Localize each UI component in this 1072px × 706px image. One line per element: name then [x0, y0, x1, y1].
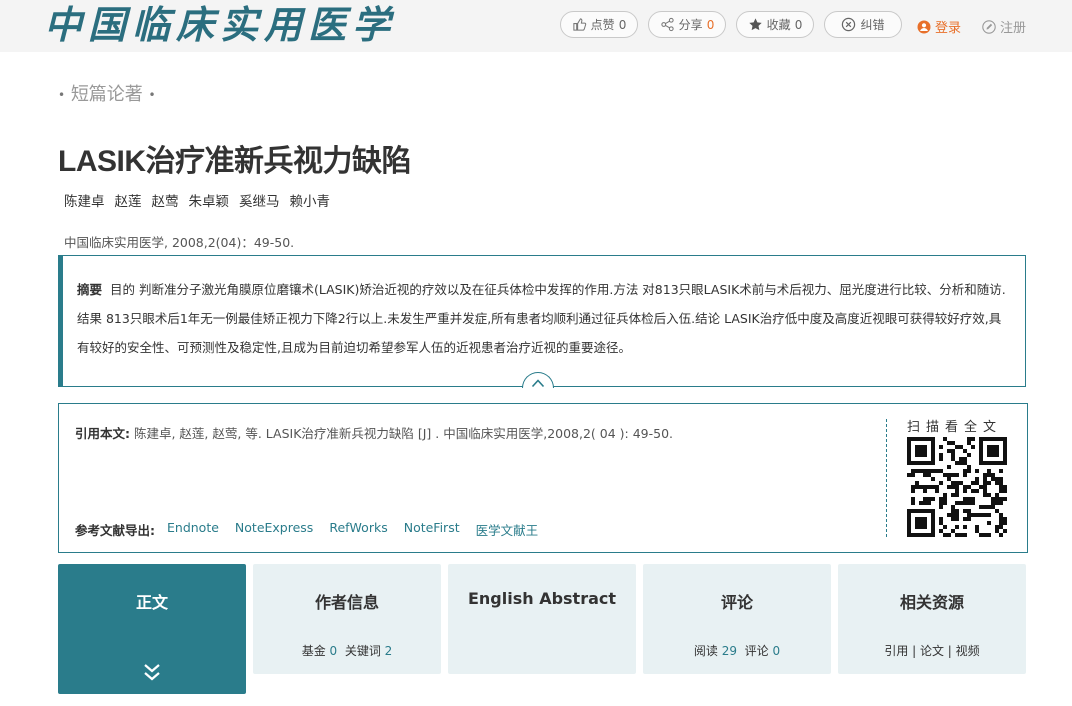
- bullet-icon: •: [148, 88, 156, 102]
- meta-key: 评论: [744, 644, 769, 658]
- meta-value: 0: [772, 644, 781, 658]
- tab-meta: 引用 | 论文 | 视频: [884, 644, 980, 658]
- export-endnote-link[interactable]: Endnote: [167, 520, 219, 539]
- tab-author-info[interactable]: 作者信息 基金 0 关键词 2: [253, 564, 441, 674]
- tab-comments[interactable]: 评论 阅读 29 评论 0: [643, 564, 831, 674]
- star-icon: [748, 18, 762, 31]
- qr-label: 扫描看全文: [907, 420, 1003, 435]
- journal-citation: 中国临床实用医学, 2008,2(04)：49-50.: [64, 235, 295, 250]
- export-refworks-link[interactable]: RefWorks: [329, 520, 387, 539]
- article-title: LASIK治疗准新兵视力缺陷: [58, 145, 412, 178]
- export-yixuewenxianwang-link[interactable]: 医学文献王: [476, 520, 539, 539]
- tab-label: English Abstract: [467, 589, 617, 608]
- share-button[interactable]: 分享 0: [648, 11, 726, 38]
- correct-button[interactable]: 纠错: [824, 11, 902, 38]
- export-label: 参考文献导出:: [75, 523, 155, 538]
- register-label: 注册: [1000, 21, 1027, 36]
- user-icon: [917, 20, 931, 33]
- section-label: 短篇论著: [70, 84, 143, 105]
- tab-label: 评论: [720, 593, 753, 612]
- bullet-icon: •: [58, 88, 66, 102]
- section-category: • 短篇论著 •: [58, 80, 156, 106]
- export-notefirst-link[interactable]: NoteFirst: [404, 520, 460, 539]
- meta-key: 关键词: [344, 644, 381, 658]
- author-link[interactable]: 陈建卓: [64, 190, 105, 210]
- tab-fulltext[interactable]: 正文: [58, 564, 246, 694]
- author-link[interactable]: 奚继马: [239, 190, 280, 210]
- like-label: 点赞: [590, 18, 615, 32]
- abstract-label: 摘要: [77, 282, 103, 297]
- meta-key: 基金: [301, 644, 326, 658]
- tab-meta: 阅读 29 评论 0: [643, 642, 831, 659]
- author-link[interactable]: 赵莺: [152, 190, 179, 210]
- author-list: 陈建卓 赵莲 赵莺 朱卓颖 奚继马 赖小青: [64, 190, 330, 210]
- citation-box: 引用本文: 陈建卓, 赵莲, 赵莺, 等. LASIK治疗准新兵视力缺陷 [J]…: [58, 403, 1028, 553]
- tab-label: 作者信息: [314, 593, 379, 612]
- share-count: 0: [706, 17, 715, 32]
- tab-related-resources[interactable]: 相关资源 引用 | 论文 | 视频: [838, 564, 1026, 674]
- favorite-count: 0: [794, 17, 803, 32]
- divider: [886, 419, 887, 537]
- top-bar: 中国临床实用医学 点赞 0 分享 0 收藏 0 纠错 登录 注册: [0, 0, 1072, 52]
- qr-code-image: [907, 437, 1007, 537]
- login-link[interactable]: 登录: [917, 17, 961, 36]
- cancel-circle-icon: [842, 17, 856, 32]
- author-link[interactable]: 赵莲: [115, 190, 142, 210]
- meta-value: 29: [721, 644, 737, 658]
- login-label: 登录: [935, 21, 962, 36]
- abstract-text: 目的 判断准分子激光角膜原位磨镶术(LASIK)矫治近视的疗效以及在征兵体检中发…: [77, 282, 1006, 355]
- site-logo[interactable]: 中国临床实用医学: [44, 4, 396, 46]
- like-button[interactable]: 点赞 0: [560, 11, 638, 38]
- favorite-label: 收藏: [766, 18, 791, 32]
- tab-label: 相关资源: [899, 593, 964, 612]
- cite-text: 陈建卓, 赵莲, 赵莺, 等. LASIK治疗准新兵视力缺陷 [J] . 中国临…: [133, 426, 674, 441]
- share-icon: [661, 17, 674, 32]
- meta-key: 阅读: [693, 644, 718, 658]
- tab-meta: 基金 0 关键词 2: [253, 642, 441, 659]
- share-label: 分享: [678, 18, 703, 32]
- cite-this: 引用本文: 陈建卓, 赵莲, 赵莺, 等. LASIK治疗准新兵视力缺陷 [J]…: [75, 423, 673, 442]
- cite-label: 引用本文:: [75, 426, 130, 441]
- correct-label: 纠错: [860, 18, 885, 32]
- register-link[interactable]: 注册: [982, 17, 1026, 36]
- chevron-up-icon: [531, 378, 545, 387]
- meta-value: 2: [384, 644, 393, 658]
- edit-icon: [982, 19, 996, 34]
- author-link[interactable]: 赖小青: [290, 190, 331, 210]
- tab-label: 正文: [135, 593, 168, 612]
- favorite-button[interactable]: 收藏 0: [736, 11, 814, 38]
- abstract-box: 摘要 目的 判断准分子激光角膜原位磨镶术(LASIK)矫治近视的疗效以及在征兵体检…: [58, 255, 1026, 387]
- export-noteexpress-link[interactable]: NoteExpress: [235, 520, 313, 539]
- double-chevron-down-icon: [144, 664, 160, 681]
- reference-export: 参考文献导出: Endnote NoteExpress RefWorks Not…: [75, 520, 538, 539]
- tab-english-abstract[interactable]: English Abstract: [448, 564, 636, 674]
- author-link[interactable]: 朱卓颖: [189, 190, 230, 210]
- like-count: 0: [618, 17, 627, 32]
- thumbs-up-icon: [573, 18, 586, 31]
- meta-value: 0: [329, 644, 338, 658]
